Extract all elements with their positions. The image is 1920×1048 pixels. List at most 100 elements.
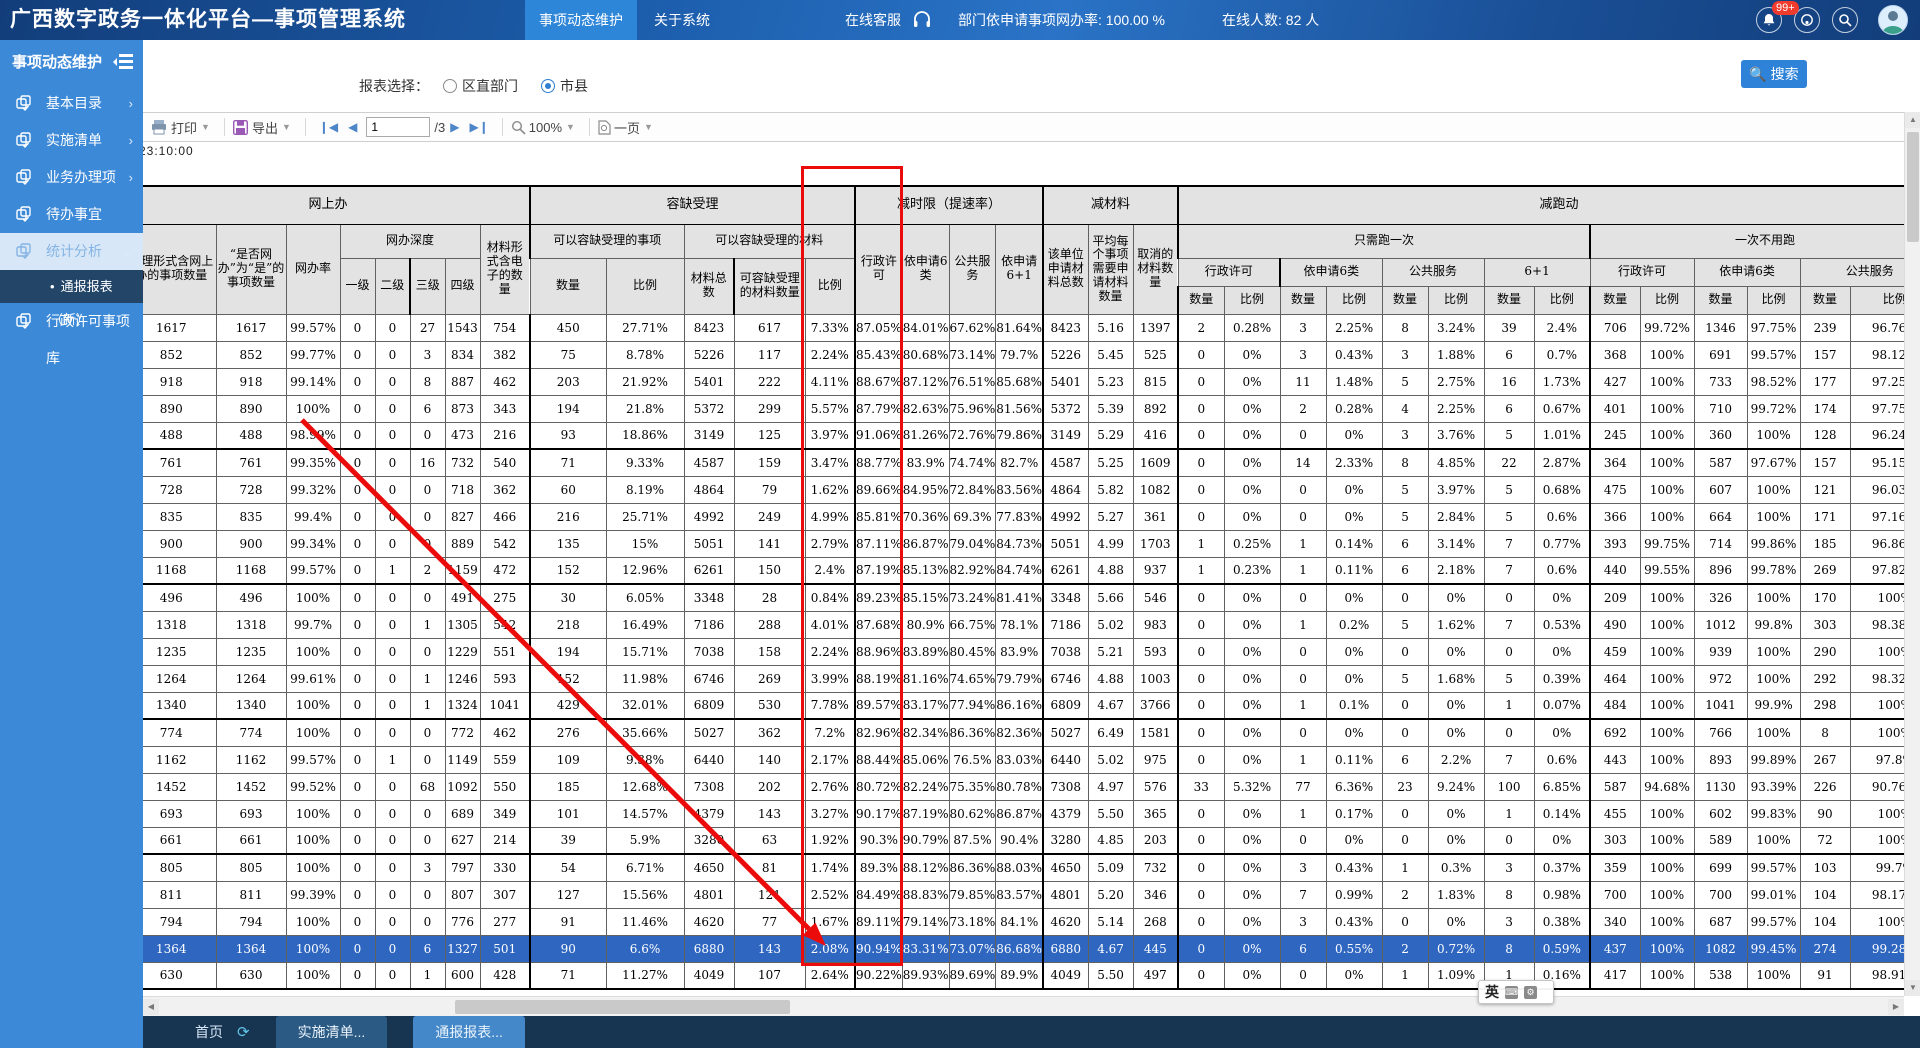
table-cell[interactable]: 1041 <box>480 692 530 719</box>
table-cell[interactable]: 1162 <box>216 746 286 773</box>
table-row[interactable]: 13641364100%0061327501906.6%68801432.08%… <box>143 935 1920 962</box>
table-cell[interactable]: 600 <box>445 962 480 989</box>
table-cell[interactable]: 5226 <box>684 341 734 368</box>
table-cell[interactable]: 91 <box>1800 962 1850 989</box>
table-cell[interactable]: 222 <box>734 368 805 395</box>
table-cell[interactable]: 852 <box>143 341 216 368</box>
table-cell[interactable]: 11.98% <box>606 665 684 692</box>
table-cell[interactable]: 54 <box>530 854 606 881</box>
table-cell[interactable]: 4.11% <box>805 368 855 395</box>
table-cell[interactable]: 0.6% <box>1534 746 1590 773</box>
table-cell[interactable]: 21.92% <box>606 368 684 395</box>
table-cell[interactable]: 5.23 <box>1088 368 1133 395</box>
table-cell[interactable]: 25.71% <box>606 503 684 530</box>
table-cell[interactable]: 5027 <box>1043 719 1088 746</box>
table-cell[interactable]: 4379 <box>684 800 734 827</box>
table-cell[interactable]: 3348 <box>684 584 734 611</box>
table-cell[interactable]: 0 <box>410 908 445 935</box>
sidebar-item-2[interactable]: 业务办理项› <box>0 159 143 196</box>
table-cell[interactable]: 9.24% <box>1428 773 1484 800</box>
table-cell[interactable]: 99.61% <box>286 665 340 692</box>
first-page-button[interactable]: ❙◀ <box>319 120 338 134</box>
table-cell[interactable]: 8.78% <box>606 341 684 368</box>
table-cell[interactable]: 157 <box>1800 341 1850 368</box>
table-cell[interactable]: 5 <box>1382 368 1428 395</box>
table-cell[interactable]: 90.79% <box>902 827 949 854</box>
table-cell[interactable]: 7.33% <box>805 314 855 341</box>
table-cell[interactable]: 185 <box>530 773 606 800</box>
table-cell[interactable]: 559 <box>480 746 530 773</box>
table-cell[interactable]: 6 <box>410 935 445 962</box>
table-cell[interactable]: 0 <box>375 476 410 503</box>
table-cell[interactable]: 87.79% <box>855 395 902 422</box>
sidebar-subitem-report[interactable]: •通报报表（新） <box>0 270 143 303</box>
table-cell[interactable]: 3280 <box>684 827 734 854</box>
table-cell[interactable]: 82.34% <box>902 719 949 746</box>
table-cell[interactable]: 937 <box>1133 557 1178 584</box>
table-cell[interactable]: 0 <box>410 476 445 503</box>
table-cell[interactable]: 1340 <box>216 692 286 719</box>
table-cell[interactable]: 0.6% <box>1534 503 1590 530</box>
table-cell[interactable]: 292 <box>1800 665 1850 692</box>
table-cell[interactable]: 0 <box>1178 368 1224 395</box>
table-cell[interactable]: 3 <box>1484 908 1534 935</box>
table-cell[interactable]: 15% <box>606 530 684 557</box>
table-cell[interactable]: 88.96% <box>855 638 902 665</box>
table-cell[interactable]: 66.75% <box>949 611 996 638</box>
table-cell[interactable]: 226 <box>1800 773 1850 800</box>
table-row[interactable]: 83583599.4%00082746621625.71%49922494.99… <box>143 503 1920 530</box>
table-cell[interactable]: 0% <box>1428 719 1484 746</box>
table-cell[interactable]: 74.65% <box>949 665 996 692</box>
table-cell[interactable]: 7308 <box>1043 773 1088 800</box>
table-cell[interactable]: 1364 <box>143 935 216 962</box>
table-cell[interactable]: 706 <box>1590 314 1640 341</box>
table-cell[interactable]: 1452 <box>216 773 286 800</box>
table-cell[interactable]: 0.17% <box>1326 800 1382 827</box>
table-cell[interactable]: 918 <box>143 368 216 395</box>
table-cell[interactable]: 0 <box>375 530 410 557</box>
table-cell[interactable]: 4.99 <box>1088 530 1133 557</box>
table-cell[interactable]: 852 <box>216 341 286 368</box>
table-cell[interactable]: 827 <box>445 503 480 530</box>
table-cell[interactable]: 1235 <box>216 638 286 665</box>
table-cell[interactable]: 100% <box>286 962 340 989</box>
table-cell[interactable]: 150 <box>734 557 805 584</box>
table-cell[interactable]: 0.68% <box>1534 476 1590 503</box>
table-cell[interactable]: 1 <box>1382 962 1428 989</box>
scroll-right-icon[interactable]: ▶ <box>1888 999 1904 1015</box>
table-cell[interactable]: 2.76% <box>805 773 855 800</box>
table-cell[interactable]: 90.4% <box>996 827 1043 854</box>
table-cell[interactable]: 1246 <box>445 665 480 692</box>
table-cell[interactable]: 1318 <box>216 611 286 638</box>
table-cell[interactable]: 6440 <box>684 746 734 773</box>
table-cell[interactable]: 87.12% <box>902 368 949 395</box>
table-cell[interactable]: 3149 <box>1043 422 1088 449</box>
table-cell[interactable]: 158 <box>734 638 805 665</box>
table-cell[interactable]: 77.83% <box>996 503 1043 530</box>
table-cell[interactable]: 0 <box>340 476 375 503</box>
table-cell[interactable]: 275 <box>480 584 530 611</box>
table-cell[interactable]: 290 <box>1800 638 1850 665</box>
table-cell[interactable]: 99.52% <box>286 773 340 800</box>
table-cell[interactable]: 0 <box>1178 611 1224 638</box>
table-cell[interactable]: 8 <box>1800 719 1850 746</box>
table-cell[interactable]: 1264 <box>143 665 216 692</box>
table-cell[interactable]: 0.25% <box>1224 530 1280 557</box>
table-cell[interactable]: 0% <box>1224 368 1280 395</box>
table-cell[interactable]: 0 <box>340 854 375 881</box>
table-cell[interactable]: 77.94% <box>949 692 996 719</box>
table-cell[interactable]: 94.68% <box>1640 773 1694 800</box>
table-cell[interactable]: 75.96% <box>949 395 996 422</box>
table-cell[interactable]: 0 <box>340 908 375 935</box>
table-cell[interactable]: 299 <box>734 395 805 422</box>
table-cell[interactable]: 100% <box>1640 908 1694 935</box>
table-row[interactable]: 76176199.35%0016732540719.33%45871593.47… <box>143 449 1920 476</box>
table-cell[interactable]: 0 <box>1178 503 1224 530</box>
table-cell[interactable]: 2.75% <box>1428 368 1484 395</box>
table-cell[interactable]: 23 <box>1382 773 1428 800</box>
table-cell[interactable]: 100% <box>1747 962 1800 989</box>
table-cell[interactable]: 8 <box>1484 881 1534 908</box>
table-cell[interactable]: 177 <box>1800 368 1850 395</box>
table-cell[interactable]: 4801 <box>684 881 734 908</box>
table-cell[interactable]: 4.85% <box>1428 449 1484 476</box>
